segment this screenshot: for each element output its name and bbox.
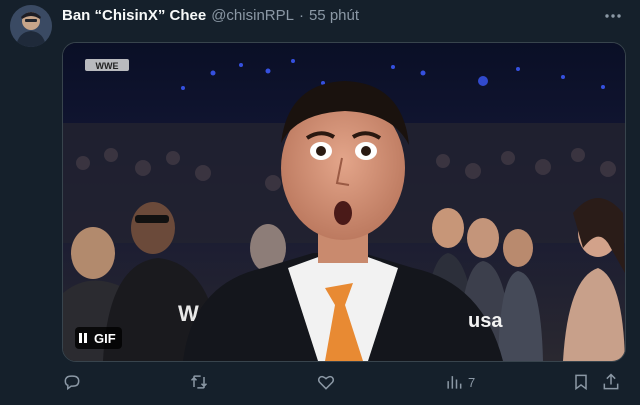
wwe-watermark: WWE	[96, 61, 119, 71]
retweet-button[interactable]	[189, 372, 209, 392]
reply-button[interactable]	[62, 372, 82, 392]
tweet-actions: 7	[56, 372, 626, 398]
display-name[interactable]: Ban “ChisinX” Chee	[62, 7, 206, 24]
bookmark-button[interactable]	[571, 372, 591, 392]
like-button[interactable]	[316, 372, 336, 392]
gif-media[interactable]: W WWE usa GIF	[62, 42, 626, 362]
retweet-icon	[190, 375, 208, 389]
share-button[interactable]	[601, 372, 621, 392]
avatar[interactable]	[10, 5, 52, 47]
views-button[interactable]: 7	[444, 372, 475, 392]
gif-label: GIF	[94, 330, 116, 346]
usa-network-logo: usa	[468, 310, 503, 332]
reply-icon	[64, 375, 80, 391]
views-icon	[447, 376, 462, 389]
pause-icon[interactable]	[79, 333, 89, 343]
share-icon	[603, 373, 619, 390]
bookmark-icon	[575, 374, 587, 391]
more-options-icon[interactable]	[602, 6, 624, 26]
views-count: 7	[468, 374, 476, 390]
gif-frame: W WWE usa	[63, 43, 625, 361]
tweet-header: Ban “ChisinX” Chee @chisinRPL · 55 phút	[62, 7, 600, 27]
heart-icon	[317, 375, 335, 390]
timestamp[interactable]: 55 phút	[309, 7, 359, 24]
user-handle[interactable]: @chisinRPL	[211, 7, 294, 24]
separator-dot: ·	[298, 7, 304, 24]
gif-badge[interactable]: GIF	[75, 327, 122, 349]
avatar-image	[10, 5, 52, 47]
